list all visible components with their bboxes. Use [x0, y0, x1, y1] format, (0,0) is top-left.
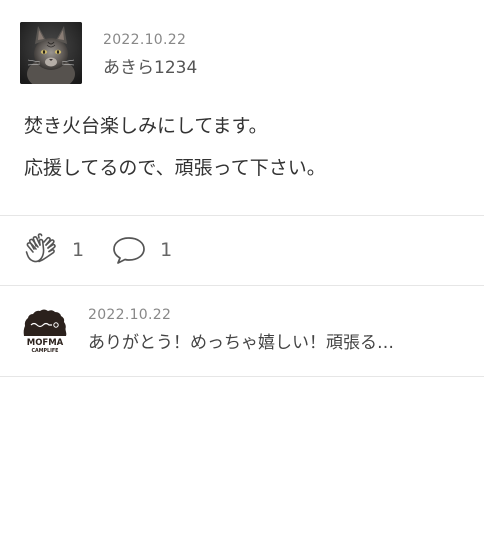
- logo-text-sub: CAMPLIFE: [32, 348, 59, 354]
- clap-icon: [25, 233, 56, 263]
- divider-middle: [0, 285, 484, 286]
- username[interactable]: あきら1234: [103, 57, 197, 79]
- reply-date: 2022.10.22: [88, 307, 172, 323]
- divider-top: [0, 215, 484, 216]
- reply-avatar[interactable]: MOFMA CAMPLIFE: [20, 306, 70, 354]
- post-actions: 1 1: [24, 228, 172, 272]
- post-line-1: 焚き火台楽しみにしてます。: [24, 115, 268, 137]
- mofma-logo-icon: MOFMA CAMPLIFE: [23, 309, 67, 354]
- post-meta: 2022.10.22 あきら1234: [103, 31, 197, 79]
- reply-meta: 2022.10.22 ありがとう！めっちゃ嬉しい！頑張る…: [88, 306, 468, 354]
- post-line-2: 応援してるので、頑張って下さい。: [24, 157, 326, 179]
- clap-button[interactable]: 1: [24, 232, 84, 268]
- comment-button[interactable]: 1: [112, 235, 172, 265]
- reply-text: ありがとう！めっちゃ嬉しい！頑張る…: [88, 333, 394, 353]
- clap-count: 1: [72, 239, 85, 261]
- post-body: 焚き火台楽しみにしてます。 応援してるので、頑張って下さい。: [24, 114, 464, 180]
- cat-avatar-image: [20, 22, 82, 84]
- comment-count: 1: [160, 239, 173, 261]
- logo-text-main: MOFMA: [27, 338, 64, 348]
- divider-bottom: [0, 376, 484, 377]
- post-date: 2022.10.22: [103, 32, 187, 48]
- avatar[interactable]: [20, 22, 82, 84]
- reply-item[interactable]: MOFMA CAMPLIFE 2022.10.22 ありがとう！めっちゃ嬉しい！…: [20, 300, 470, 360]
- post-header: 2022.10.22 あきら1234: [20, 22, 460, 88]
- speech-bubble-icon: [113, 237, 145, 264]
